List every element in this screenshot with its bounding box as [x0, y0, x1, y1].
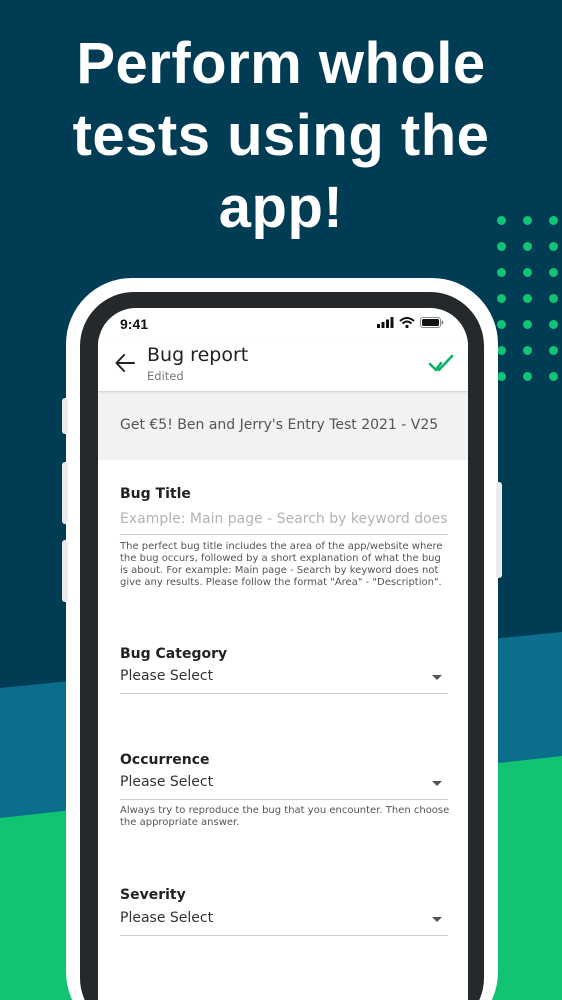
decorative-dot: [523, 372, 532, 381]
occurrence-select[interactable]: Please Select: [120, 772, 448, 800]
bug-category-select[interactable]: Please Select: [120, 666, 448, 694]
decorative-dot: [497, 372, 506, 381]
decorative-dot: [497, 294, 506, 303]
phone-volume-up-button: [62, 462, 68, 524]
phone-screen: 9:41 Bug report Edited Get €5! Ben and J…: [98, 308, 468, 1000]
decorative-dot: [549, 268, 558, 277]
phone-mute-button: [62, 398, 68, 434]
decorative-dot: [549, 346, 558, 355]
decorative-dot: [497, 216, 506, 225]
severity-value: Please Select: [120, 910, 214, 926]
decorative-dot: [549, 320, 558, 329]
bug-category-value: Please Select: [120, 668, 214, 684]
decorative-dot: [523, 242, 532, 251]
severity-select[interactable]: Please Select: [120, 908, 448, 936]
headline-line-1: Perform whole: [76, 31, 486, 96]
bug-category-label: Bug Category: [120, 646, 228, 662]
decorative-dot: [523, 294, 532, 303]
wifi-icon: [399, 317, 415, 328]
page-title: Bug report: [147, 344, 249, 366]
severity-label: Severity: [120, 887, 186, 903]
headline-line-2: tests using the: [72, 103, 490, 168]
app-bar: Bug report Edited: [98, 338, 468, 392]
bug-title-label: Bug Title: [120, 486, 191, 502]
decorative-dot: [523, 216, 532, 225]
dropdown-caret-icon: [432, 675, 442, 680]
test-title-banner: Get €5! Ben and Jerry's Entry Test 2021 …: [98, 394, 468, 460]
signal-icon: [377, 317, 394, 328]
back-arrow-icon[interactable]: [114, 352, 136, 374]
status-time: 9:41: [120, 316, 149, 332]
headline-line-3: app!: [218, 175, 344, 240]
decorative-dot: [523, 320, 532, 329]
page-subtitle: Edited: [147, 369, 184, 383]
dropdown-caret-icon: [432, 917, 442, 922]
bug-title-help-text: The perfect bug title includes the area …: [120, 541, 443, 588]
status-icons: [377, 317, 444, 328]
decorative-dot: [549, 242, 558, 251]
status-bar: 9:41: [98, 308, 468, 338]
decorative-dot: [497, 268, 506, 277]
decorative-dot: [549, 294, 558, 303]
decorative-dot-grid: [494, 212, 562, 392]
occurrence-help-text: Always try to reproduce the bug that you…: [120, 805, 450, 828]
decorative-dot: [523, 346, 532, 355]
phone-volume-down-button: [62, 540, 68, 602]
headline: Perform whole tests using the app!: [0, 28, 562, 244]
battery-icon: [420, 317, 444, 328]
occurrence-value: Please Select: [120, 774, 214, 790]
decorative-dot: [549, 216, 558, 225]
occurrence-label: Occurrence: [120, 752, 210, 768]
bug-title-input[interactable]: Example: Main page - Search by keyword d…: [120, 511, 448, 535]
decorative-dot: [497, 242, 506, 251]
decorative-dot: [549, 372, 558, 381]
save-check-icon[interactable]: [428, 353, 454, 375]
dropdown-caret-icon: [432, 781, 442, 786]
phone-power-button: [496, 482, 502, 578]
decorative-dot: [523, 268, 532, 277]
decorative-dot: [497, 320, 506, 329]
decorative-dot: [497, 346, 506, 355]
